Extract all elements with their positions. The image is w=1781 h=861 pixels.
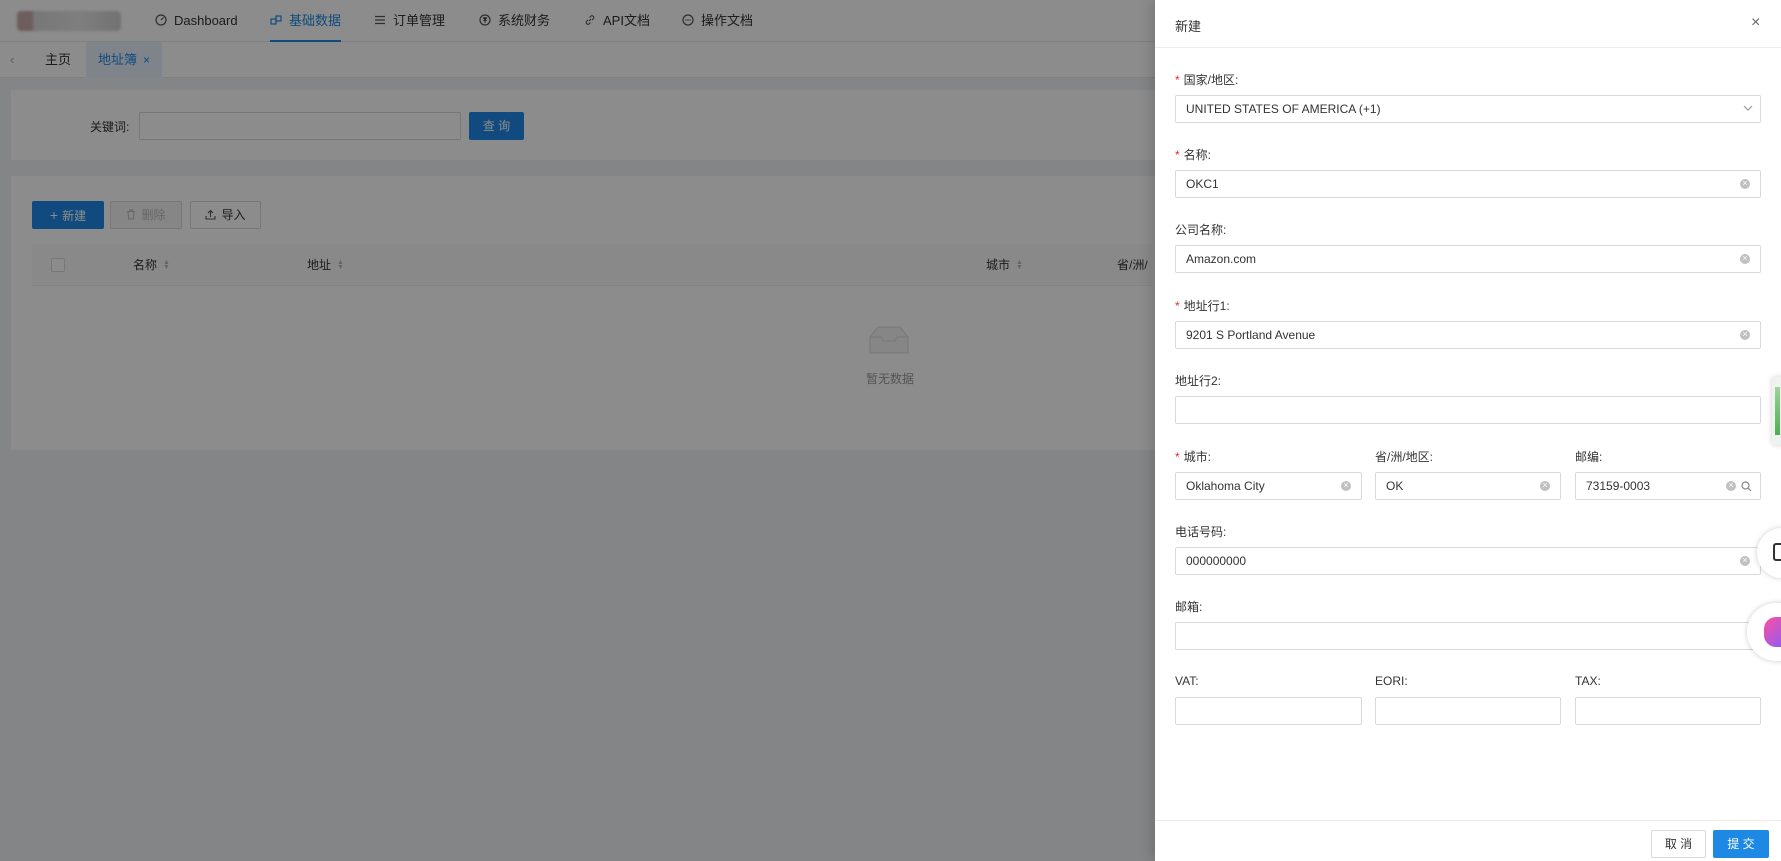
address2-input[interactable] [1175, 396, 1761, 424]
eori-input[interactable] [1375, 697, 1561, 725]
close-icon[interactable]: × [1751, 14, 1760, 32]
clear-icon[interactable] [1740, 177, 1750, 189]
name-label-text: 名称: [1183, 148, 1212, 162]
phone-value: 000000000 [1186, 554, 1247, 568]
country-value: UNITED STATES OF AMERICA (+1) [1186, 102, 1381, 116]
clear-icon[interactable] [1740, 328, 1750, 340]
address2-label: 地址行2: [1175, 374, 1222, 388]
country-select[interactable]: UNITED STATES OF AMERICA (+1) [1175, 95, 1761, 123]
vat-label: VAT: [1175, 674, 1199, 688]
phone-input[interactable]: 000000000 [1175, 547, 1761, 575]
clear-icon[interactable] [1726, 479, 1736, 491]
cancel-button[interactable]: 取 消 [1651, 830, 1706, 858]
state-value: OK [1386, 479, 1404, 493]
state-input[interactable]: OK [1375, 472, 1561, 500]
company-value: Amazon.com [1186, 252, 1257, 266]
assistant-logo-icon [1764, 617, 1781, 647]
clear-icon[interactable] [1540, 479, 1550, 491]
city-value: Oklahoma City [1186, 479, 1265, 493]
address1-input[interactable]: 9201 S Portland Avenue [1175, 321, 1761, 349]
clear-icon[interactable] [1740, 554, 1750, 566]
tax-input[interactable] [1575, 697, 1761, 725]
new-address-drawer: 新建 × * 国家/地区: UNITED STATES OF AMERICA (+… [1155, 0, 1781, 861]
city-label: * 城市: [1175, 448, 1211, 465]
drawer-header: 新建 × [1155, 0, 1781, 48]
address1-label: * 地址行1: [1175, 297, 1230, 314]
name-input[interactable]: OKC1 [1175, 170, 1761, 198]
company-input[interactable]: Amazon.com [1175, 245, 1761, 273]
zip-value: 73159-0003 [1586, 479, 1651, 493]
required-mark: * [1175, 450, 1180, 464]
country-label-text: 国家/地区: [1183, 73, 1239, 87]
eori-label: EORI: [1375, 674, 1408, 688]
name-label: * 名称: [1175, 146, 1211, 163]
zip-label: 邮编: [1575, 450, 1603, 464]
required-mark: * [1175, 73, 1180, 87]
clear-icon[interactable] [1740, 252, 1750, 264]
phone-label: 电话号码: [1175, 525, 1227, 539]
city-input[interactable]: Oklahoma City [1175, 472, 1362, 500]
country-label: * 国家/地区: [1175, 71, 1238, 88]
required-mark: * [1175, 148, 1180, 162]
name-value: OKC1 [1186, 177, 1219, 191]
drawer-title: 新建 [1175, 19, 1202, 34]
address1-value: 9201 S Portland Avenue [1186, 328, 1316, 342]
email-label: 邮箱: [1175, 600, 1203, 614]
zip-input[interactable]: 73159-0003 [1575, 472, 1761, 500]
clear-icon[interactable] [1341, 479, 1351, 491]
note-icon [1773, 543, 1781, 561]
chevron-down-icon [1743, 105, 1753, 111]
city-label-text: 城市: [1183, 450, 1212, 464]
side-widget-bars-icon [1775, 387, 1780, 435]
submit-button[interactable]: 提 交 [1713, 830, 1769, 858]
state-label: 省/洲/地区: [1375, 450, 1434, 464]
side-widget-panel[interactable] [1772, 377, 1781, 445]
tax-label: TAX: [1575, 674, 1601, 688]
drawer-footer: 取 消 提 交 [1155, 820, 1781, 861]
address1-label-text: 地址行1: [1183, 299, 1230, 313]
company-label: 公司名称: [1175, 223, 1227, 237]
vat-input[interactable] [1175, 697, 1362, 725]
email-input[interactable] [1175, 622, 1761, 650]
required-mark: * [1175, 299, 1180, 313]
search-icon[interactable] [1741, 481, 1752, 492]
